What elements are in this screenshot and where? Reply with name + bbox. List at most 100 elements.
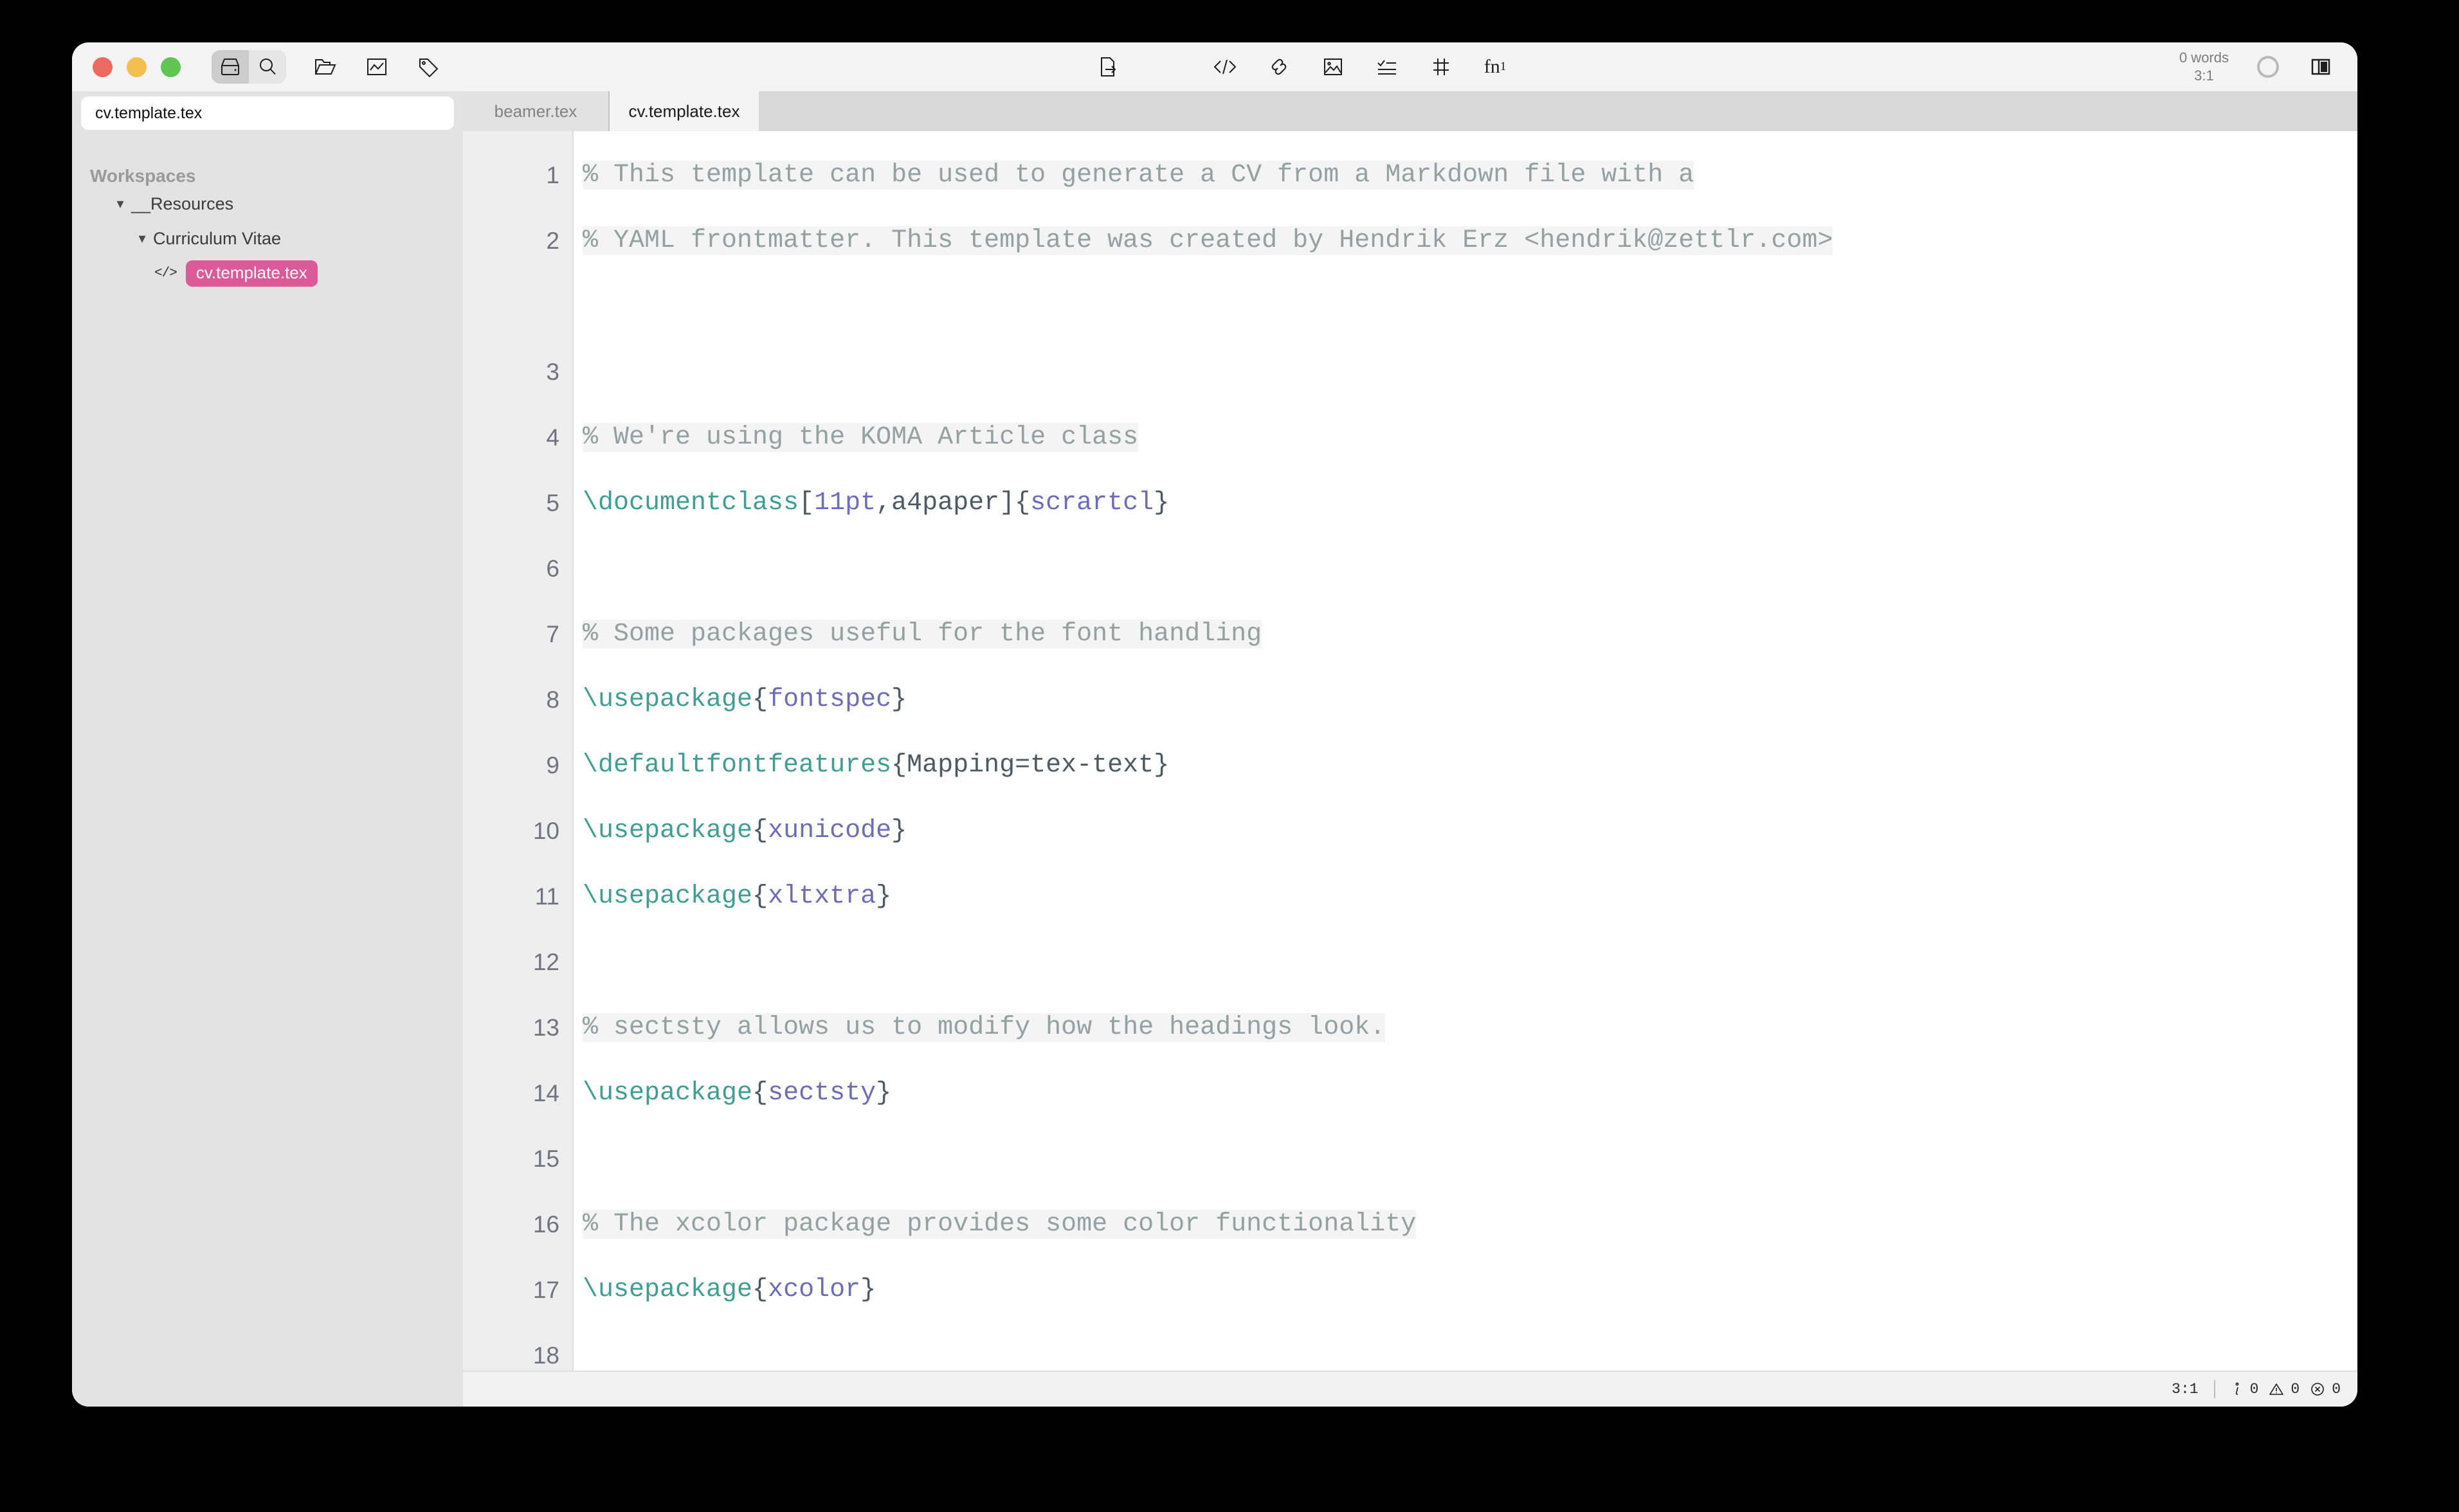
line-number: 14 xyxy=(532,1080,559,1106)
cursor-position-value: 3:1 xyxy=(2194,68,2214,84)
tree-item-label: Curriculum Vitae xyxy=(153,228,282,248)
code-line[interactable]: \usepackage{fontspec} xyxy=(583,667,2357,733)
code-token-punc: } xyxy=(876,1079,892,1108)
tab-bar: beamer.tex cv.template.tex xyxy=(463,91,2357,131)
code-token-punc: { xyxy=(752,1079,768,1108)
code-token-punc: } xyxy=(891,685,907,714)
split-pane-icon[interactable] xyxy=(2307,53,2334,80)
chevron-down-icon[interactable]: ▾ xyxy=(109,195,131,212)
filename-field[interactable]: cv.template.tex xyxy=(81,96,454,130)
code-line[interactable]: % YAML frontmatter. This template was cr… xyxy=(583,208,2357,339)
code-token-punc: ]{ xyxy=(999,489,1031,518)
search-icon[interactable] xyxy=(249,50,286,84)
code-line[interactable] xyxy=(583,339,2357,405)
tree-item-curriculum-vitae[interactable]: ▾ Curriculum Vitae xyxy=(72,221,463,256)
tab-bar-filler xyxy=(759,91,2357,131)
line-number: 13 xyxy=(532,1014,559,1041)
tree-item-resources[interactable]: ▾ __Resources xyxy=(72,186,463,221)
line-number: 11 xyxy=(534,883,559,910)
code-token-punc: { xyxy=(752,1275,768,1304)
code-line[interactable]: % sectsty allows us to modify how the he… xyxy=(583,995,2357,1061)
status-error[interactable]: 0 xyxy=(2310,1381,2341,1398)
code-line[interactable]: \defaultfontfeatures{Mapping=tex-text} xyxy=(583,733,2357,798)
main-body: cv.template.tex Workspaces ▾ __Resources… xyxy=(72,91,2357,1407)
code-line[interactable] xyxy=(583,536,2357,602)
code-token-arg: sectsty xyxy=(768,1079,876,1108)
warning-triangle-icon xyxy=(2269,1383,2284,1395)
stats-icon[interactable] xyxy=(363,53,390,80)
code-token-plain: ,a4paper xyxy=(876,489,1000,518)
footnote-icon[interactable]: fn 1 xyxy=(1482,53,1509,80)
code-token-cmt: <hendrik@zettlr.com> xyxy=(1524,226,1833,255)
close-window-button[interactable] xyxy=(93,57,113,77)
line-number: 6 xyxy=(546,555,559,582)
code-line[interactable]: \usepackage{xunicode} xyxy=(583,798,2357,864)
link-icon[interactable] xyxy=(1266,53,1293,80)
line-number: 2 xyxy=(546,228,559,254)
code-file-icon: </> xyxy=(154,266,177,281)
tag-icon[interactable] xyxy=(415,53,442,80)
code-token-cmd: \usepackage xyxy=(583,816,753,845)
code-token-cmt: % sectsty allows us to modify how the he… xyxy=(583,1013,1386,1042)
code-line[interactable]: \usepackage{xcolor} xyxy=(583,1257,2357,1323)
file-tree-icon[interactable] xyxy=(212,50,249,84)
code-token-punc: } xyxy=(1154,489,1170,518)
line-number: 5 xyxy=(546,490,559,516)
code-token-arg: scrartcl xyxy=(1030,489,1154,518)
chevron-down-icon[interactable]: ▾ xyxy=(131,230,153,247)
progress-ring-icon[interactable] xyxy=(2257,56,2279,78)
toolbar: fn 1 0 words 3:1 xyxy=(72,42,2357,91)
open-folder-icon[interactable] xyxy=(312,53,339,80)
export-document-icon[interactable] xyxy=(1094,53,1121,80)
zoom-window-button[interactable] xyxy=(161,57,181,77)
code-token-arg: xltxtra xyxy=(768,882,876,911)
code-icon[interactable] xyxy=(1211,53,1239,80)
code-line[interactable]: \documentclass[11pt,a4paper]{scrartcl} xyxy=(583,471,2357,536)
line-number: 12 xyxy=(532,949,559,975)
line-number: 7 xyxy=(546,621,559,647)
code-line[interactable]: \usepackage{sectsty} xyxy=(583,1061,2357,1126)
code-token-punc: } xyxy=(876,882,892,911)
line-number: 10 xyxy=(532,818,559,844)
code-token-cmd: \defaultfontfeatures xyxy=(583,751,892,780)
footnote-glyph: fn xyxy=(1484,56,1500,77)
code-token-arg: xunicode xyxy=(768,816,892,845)
line-number: 1 xyxy=(546,162,559,188)
status-cursor-position: 3:1 xyxy=(2172,1381,2199,1398)
editor-column: beamer.tex cv.template.tex 1 2 3 4 5 6 7 8 9 10 11… xyxy=(463,91,2357,1407)
image-icon[interactable] xyxy=(1320,53,1347,80)
code-content[interactable]: % This template can be used to generate … xyxy=(574,131,2357,1371)
tree-item-cv-template-tex[interactable]: </> cv.template.tex xyxy=(72,256,463,291)
code-editor[interactable]: 1 2 3 4 5 6 7 8 9 10 11 12 13 14 15 16 17 18 % This templ… xyxy=(463,131,2357,1371)
status-warning[interactable]: 0 xyxy=(2269,1381,2300,1398)
code-token-punc: { xyxy=(752,685,768,714)
table-icon[interactable] xyxy=(1428,53,1455,80)
code-token-cmt: % The xcolor package provides some color… xyxy=(583,1210,1417,1239)
code-line[interactable]: % This template can be used to generate … xyxy=(583,143,2357,208)
word-count-value: 0 words xyxy=(2179,50,2229,66)
code-token-arg: fontspec xyxy=(768,685,892,714)
code-token-cmt: % YAML frontmatter. This template was cr… xyxy=(583,226,1525,255)
word-count-display: 0 words 3:1 xyxy=(2179,49,2229,85)
toolbar-left-icons xyxy=(312,53,442,80)
code-line[interactable]: % The xcolor package provides some color… xyxy=(583,1192,2357,1257)
code-line[interactable] xyxy=(583,1323,2357,1371)
code-line[interactable]: % We're using the KOMA Article class xyxy=(583,405,2357,471)
code-line[interactable]: % Some packages useful for the font hand… xyxy=(583,602,2357,667)
code-token-punc: { xyxy=(752,816,768,845)
filename-value: cv.template.tex xyxy=(95,104,203,122)
toolbar-center-icons: fn 1 xyxy=(1094,42,1509,91)
tab-cv-template-tex[interactable]: cv.template.tex xyxy=(610,91,759,131)
task-list-icon[interactable] xyxy=(1374,53,1401,80)
minimize-window-button[interactable] xyxy=(127,57,147,77)
tab-beamer-tex[interactable]: beamer.tex xyxy=(463,91,610,131)
line-number-gutter: 1 2 3 4 5 6 7 8 9 10 11 12 13 14 15 16 17 18 xyxy=(463,131,574,1371)
workspaces-heading: Workspaces xyxy=(90,166,196,186)
code-line[interactable] xyxy=(583,930,2357,995)
code-token-arg: xcolor xyxy=(768,1275,861,1304)
status-bar: 3:1 0 0 0 xyxy=(463,1371,2357,1407)
view-mode-segmented-control xyxy=(212,50,286,84)
code-line[interactable]: \usepackage{xltxtra} xyxy=(583,864,2357,930)
status-info[interactable]: 0 xyxy=(2231,1381,2258,1398)
code-line[interactable] xyxy=(583,1126,2357,1192)
